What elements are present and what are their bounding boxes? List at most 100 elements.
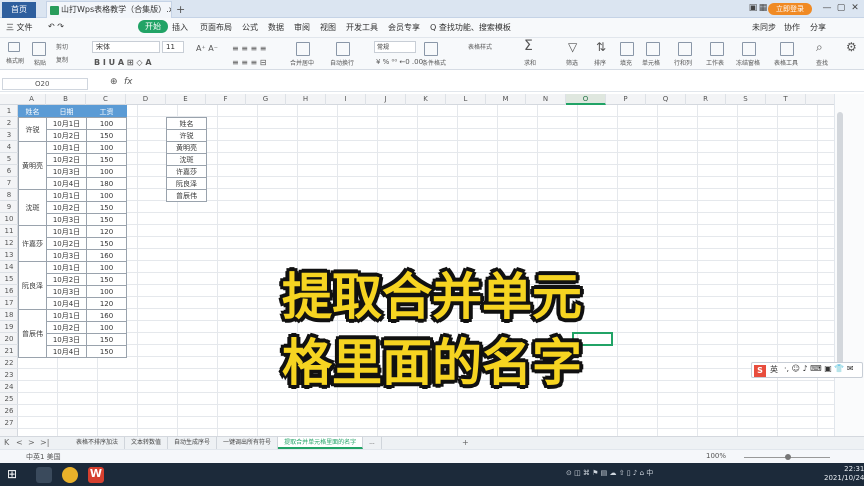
row-header-7[interactable]: 7: [0, 177, 18, 189]
col-header-T[interactable]: T: [766, 94, 806, 105]
row-header-8[interactable]: 8: [0, 189, 18, 201]
add-sheet-icon[interactable]: +: [462, 438, 469, 447]
ime-tools-icon[interactable]: ·, ☺ ♪ ⌨ ▣ 👕 ✉: [784, 364, 854, 373]
login-button[interactable]: 立即登录: [768, 3, 812, 15]
font-size-select[interactable]: 11: [162, 41, 184, 53]
sheet-tab[interactable]: ...: [363, 437, 382, 449]
document-tab[interactable]: 山打Wps表格教学（合集版）.xlsx: [46, 1, 172, 18]
filter-icon[interactable]: ▽: [568, 40, 577, 54]
worksheet-icon[interactable]: [710, 42, 724, 56]
row-header-15[interactable]: 15: [0, 273, 18, 285]
row-header-17[interactable]: 17: [0, 297, 18, 309]
vertical-scrollbar[interactable]: [834, 94, 864, 436]
table-style-icon[interactable]: [424, 42, 438, 56]
col-header-F[interactable]: F: [206, 94, 246, 105]
col-header-J[interactable]: J: [366, 94, 406, 105]
menu-view[interactable]: 视图: [320, 22, 336, 33]
alien-app-icon[interactable]: [36, 467, 52, 483]
menu-file[interactable]: 三 文件: [6, 22, 33, 33]
table-cell-name[interactable]: 阮良泽: [18, 261, 47, 310]
taskbar-clock[interactable]: 22:31 2021/10/24: [824, 465, 864, 483]
col-header-R[interactable]: R: [686, 94, 726, 105]
collaborate-button[interactable]: 协作: [784, 22, 800, 33]
row-header-9[interactable]: 9: [0, 201, 18, 213]
new-tab-plus-icon[interactable]: +: [176, 3, 185, 16]
ribbon-more-icon[interactable]: ⚙: [846, 40, 857, 54]
menu-developer[interactable]: 开发工具: [346, 22, 378, 33]
col-header-I[interactable]: I: [326, 94, 366, 105]
col-header-Q[interactable]: Q: [646, 94, 686, 105]
col-header-O[interactable]: O: [566, 94, 606, 105]
row-header-18[interactable]: 18: [0, 309, 18, 321]
row-header-14[interactable]: 14: [0, 261, 18, 273]
sheet-nav-next-icon[interactable]: >: [28, 438, 35, 447]
row-col-icon[interactable]: [678, 42, 692, 56]
start-icon[interactable]: ⊞: [4, 467, 20, 483]
tray-icons[interactable]: ⊙ ◫ ⌘ ⚑ ▤ ☁ ⇧ ▯ ♪ ⌂ 中: [566, 468, 653, 478]
bold-italic-underline[interactable]: B I U A ⊞ ◇ A: [94, 58, 152, 67]
sort-icon[interactable]: ⇅: [596, 40, 606, 54]
paste-icon[interactable]: [32, 42, 46, 56]
undo-icon[interactable]: ↶ ↷: [48, 22, 64, 31]
chrome-icon[interactable]: [62, 467, 78, 483]
sheet-tab[interactable]: 自动生成序号: [168, 437, 218, 449]
row-header-11[interactable]: 11: [0, 225, 18, 237]
sum-icon[interactable]: Σ: [524, 38, 533, 54]
sheet-nav-first-icon[interactable]: K: [4, 438, 9, 447]
col-header-C[interactable]: C: [86, 94, 126, 105]
wps-icon[interactable]: W: [88, 467, 104, 483]
cell-icon[interactable]: [646, 42, 660, 56]
row-header-5[interactable]: 5: [0, 153, 18, 165]
sheet-tab[interactable]: 一键调出所有符号: [217, 437, 279, 449]
col-header-H[interactable]: H: [286, 94, 326, 105]
col-header-K[interactable]: K: [406, 94, 446, 105]
table-cell-name[interactable]: 许嘉莎: [18, 225, 47, 262]
table-cell-pay[interactable]: 150: [86, 345, 127, 358]
table-cell-name[interactable]: 曾辰伟: [18, 309, 47, 358]
row-header-10[interactable]: 10: [0, 213, 18, 225]
freeze-panes-icon[interactable]: [742, 42, 756, 56]
row-header-4[interactable]: 4: [0, 141, 18, 153]
share-button[interactable]: 分享: [810, 22, 826, 33]
close-icon[interactable]: ✕: [850, 3, 860, 13]
sheet-tab[interactable]: 文本转数值: [125, 437, 169, 449]
copy-button[interactable]: 复制: [56, 55, 68, 64]
wrap-text-icon[interactable]: [336, 42, 350, 56]
format-painter-icon[interactable]: [8, 42, 20, 52]
ime-toolbar[interactable]: S 英 ·, ☺ ♪ ⌨ ▣ 👕 ✉: [751, 362, 863, 378]
table-cell-name[interactable]: 黄明亮: [18, 141, 47, 190]
sheet-nav-last-icon[interactable]: >|: [40, 438, 49, 447]
row-header-22[interactable]: 22: [0, 357, 18, 369]
row-header-24[interactable]: 24: [0, 381, 18, 393]
row-header-3[interactable]: 3: [0, 129, 18, 141]
sheet-nav-prev-icon[interactable]: <: [16, 438, 23, 447]
font-grow-icon[interactable]: A⁺ A⁻: [196, 44, 218, 53]
col-header-D[interactable]: D: [126, 94, 166, 105]
find-icon[interactable]: ⌕: [816, 40, 823, 55]
scroll-thumb[interactable]: [837, 112, 843, 372]
menu-data[interactable]: 数据: [268, 22, 284, 33]
lookup-cell[interactable]: 曾辰伟: [166, 189, 207, 202]
table-cell-name[interactable]: 许锐: [18, 117, 47, 142]
row-header-6[interactable]: 6: [0, 165, 18, 177]
col-header-P[interactable]: P: [606, 94, 646, 105]
col-header-E[interactable]: E: [166, 94, 206, 105]
sync-status[interactable]: 未同步: [752, 22, 776, 33]
row-header-27[interactable]: 27: [0, 417, 18, 429]
home-tab[interactable]: 首页: [2, 2, 36, 18]
col-header-G[interactable]: G: [246, 94, 286, 105]
menu-page-layout[interactable]: 页面布局: [200, 22, 232, 33]
align-icons[interactable]: ≡ ≡ ≡ ≡: [232, 44, 266, 53]
menu-member[interactable]: 会员专享: [388, 22, 420, 33]
sheet-tab[interactable]: 提取合并单元格里面的名字: [278, 437, 364, 449]
col-header-M[interactable]: M: [486, 94, 526, 105]
table-tools-icon[interactable]: [780, 42, 794, 56]
col-header-L[interactable]: L: [446, 94, 486, 105]
menu-home[interactable]: 开始: [138, 20, 168, 33]
zoom-level[interactable]: 100%: [706, 452, 726, 460]
row-header-26[interactable]: 26: [0, 405, 18, 417]
number-format-select[interactable]: 常规: [374, 41, 416, 53]
zoom-formula-icon[interactable]: ⊕: [110, 77, 118, 87]
row-header-25[interactable]: 25: [0, 393, 18, 405]
table-style-label[interactable]: 表格样式: [468, 42, 492, 51]
